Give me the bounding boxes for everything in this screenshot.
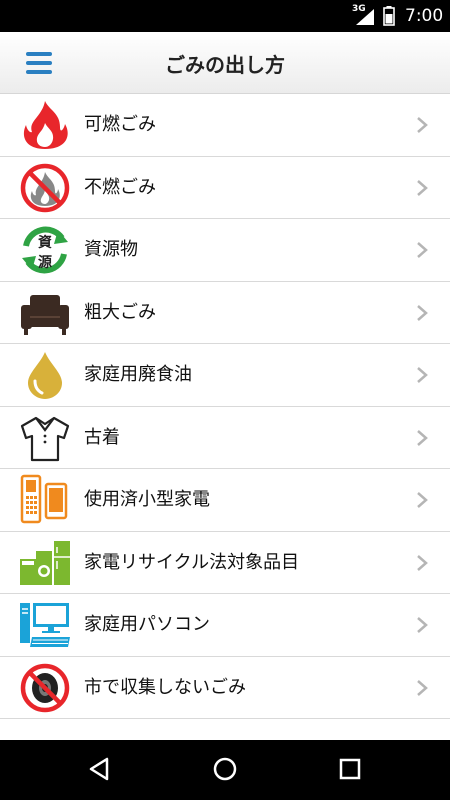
chevron-right-icon — [417, 179, 428, 196]
phone-icon — [20, 474, 68, 524]
chevron-right-icon — [417, 304, 428, 321]
appliance-icon — [20, 540, 70, 585]
chevron-right-icon — [417, 492, 428, 508]
recents-icon[interactable] — [337, 754, 363, 784]
chevron-right-icon — [417, 554, 428, 571]
list-item-small-appliances[interactable]: 使用済小型家電 — [0, 469, 450, 532]
list-item-resources[interactable]: 資 源 資源物 — [0, 219, 450, 282]
chevron-right-icon — [417, 242, 428, 258]
sofa-icon — [21, 294, 69, 335]
item-label: 家電リサイクル法対象品目 — [84, 551, 300, 573]
battery-icon — [383, 6, 395, 26]
no-tire-icon — [20, 663, 70, 712]
item-label: 家庭用パソコン — [84, 614, 210, 635]
item-label: 可燃ごみ — [84, 114, 156, 135]
list-item-burnable[interactable]: 可燃ごみ — [0, 94, 450, 157]
clock: 7:00 — [405, 6, 444, 26]
list-item-appliance-recycling[interactable]: 家電リサイクル法対象品目 — [0, 531, 450, 594]
item-label: 使用済小型家電 — [84, 489, 210, 510]
chevron-right-icon — [417, 617, 428, 633]
chevron-right-icon — [417, 117, 428, 133]
chevron-right-icon — [417, 367, 428, 383]
shirt-icon — [20, 416, 70, 461]
recycle-text-top: 資 — [38, 234, 52, 251]
signal-icon — [356, 9, 374, 25]
no-burn-icon — [20, 163, 70, 212]
list-item-home-pc[interactable]: 家庭用パソコン — [0, 594, 450, 657]
computer-icon — [20, 603, 70, 647]
app-bar: ごみの出し方 — [0, 32, 450, 94]
fire-icon — [23, 101, 68, 149]
list-item-non-burnable[interactable]: 不燃ごみ — [0, 156, 450, 219]
system-nav-bar — [0, 740, 450, 800]
chevron-right-icon — [417, 429, 428, 446]
garbage-category-list: 可燃ごみ 不燃ごみ 資 源 資源物 粗大ごみ 家庭用廃食油 古着 使用済小型家電… — [0, 94, 450, 719]
list-item-old-clothes[interactable]: 古着 — [0, 406, 450, 469]
item-label: 古着 — [84, 426, 120, 448]
back-icon[interactable] — [87, 754, 111, 784]
list-item-not-collected[interactable]: 市で収集しないごみ — [0, 656, 450, 719]
item-label: 資源物 — [84, 239, 138, 260]
recycle-icon: 資 源 — [22, 226, 68, 274]
item-label: 粗大ごみ — [84, 301, 156, 323]
status-bar: 3G 7:00 — [0, 0, 450, 32]
item-label: 家庭用廃食油 — [84, 364, 192, 385]
item-label: 不燃ごみ — [84, 176, 156, 198]
item-label: 市で収集しないごみ — [84, 676, 246, 698]
chevron-right-icon — [417, 679, 428, 696]
page-title: ごみの出し方 — [165, 53, 285, 77]
list-item-cooking-oil[interactable]: 家庭用廃食油 — [0, 344, 450, 407]
recycle-text-bottom: 源 — [38, 254, 52, 271]
oil-drop-icon — [28, 352, 62, 399]
home-icon[interactable] — [211, 754, 239, 784]
list-item-oversized[interactable]: 粗大ごみ — [0, 281, 450, 344]
